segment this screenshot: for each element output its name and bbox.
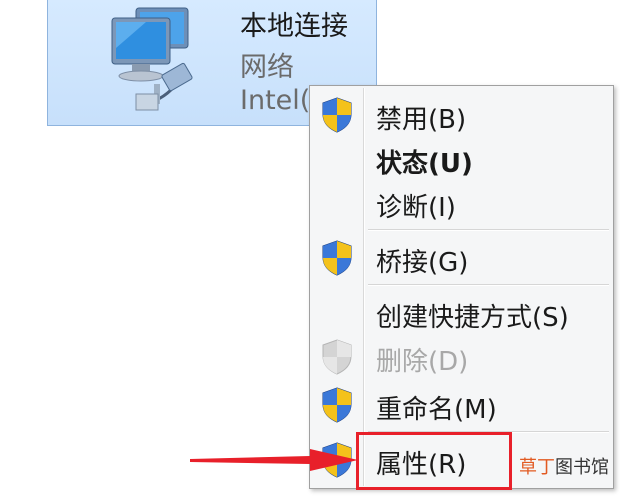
- menu-item-label: 删除(D): [376, 347, 469, 377]
- menu-item-label: 禁用(B): [376, 105, 467, 135]
- menu-separator: [368, 229, 609, 231]
- connection-type: 网络: [240, 52, 294, 83]
- network-computers-icon: [111, 7, 193, 111]
- menu-item-status[interactable]: 状态(U): [310, 137, 613, 181]
- uac-shield-icon: [322, 240, 352, 276]
- menu-item-delete: 删除(D): [310, 335, 613, 379]
- menu-item-bridge[interactable]: 桥接(G): [310, 236, 613, 280]
- watermark-part1: 草丁: [519, 457, 555, 478]
- uac-shield-icon: [322, 387, 352, 423]
- connection-name: 本地连接: [240, 11, 348, 42]
- uac-shield-disabled-icon: [322, 339, 352, 375]
- context-menu: 禁用(B) 状态(U) 诊断(I) 桥接(G) 创建快捷方式(S) 删除(D): [309, 85, 614, 489]
- menu-item-create-shortcut[interactable]: 创建快捷方式(S): [310, 291, 613, 335]
- menu-item-label: 诊断(I): [376, 193, 456, 223]
- red-arrow-icon: [190, 449, 358, 471]
- highlight-annotation-box: [356, 432, 512, 490]
- uac-shield-icon: [322, 97, 352, 133]
- menu-item-label: 状态(U): [376, 149, 473, 179]
- watermark-part2: 图书馆: [555, 457, 609, 478]
- menu-item-label: 创建快捷方式(S): [376, 303, 569, 333]
- menu-item-disable[interactable]: 禁用(B): [310, 93, 613, 137]
- menu-item-label: 重命名(M): [376, 395, 497, 425]
- menu-item-rename[interactable]: 重命名(M): [310, 383, 613, 427]
- menu-item-diagnose[interactable]: 诊断(I): [310, 181, 613, 225]
- menu-separator: [368, 284, 609, 286]
- watermark: 草丁图书馆: [519, 453, 609, 479]
- menu-item-label: 桥接(G): [376, 248, 469, 278]
